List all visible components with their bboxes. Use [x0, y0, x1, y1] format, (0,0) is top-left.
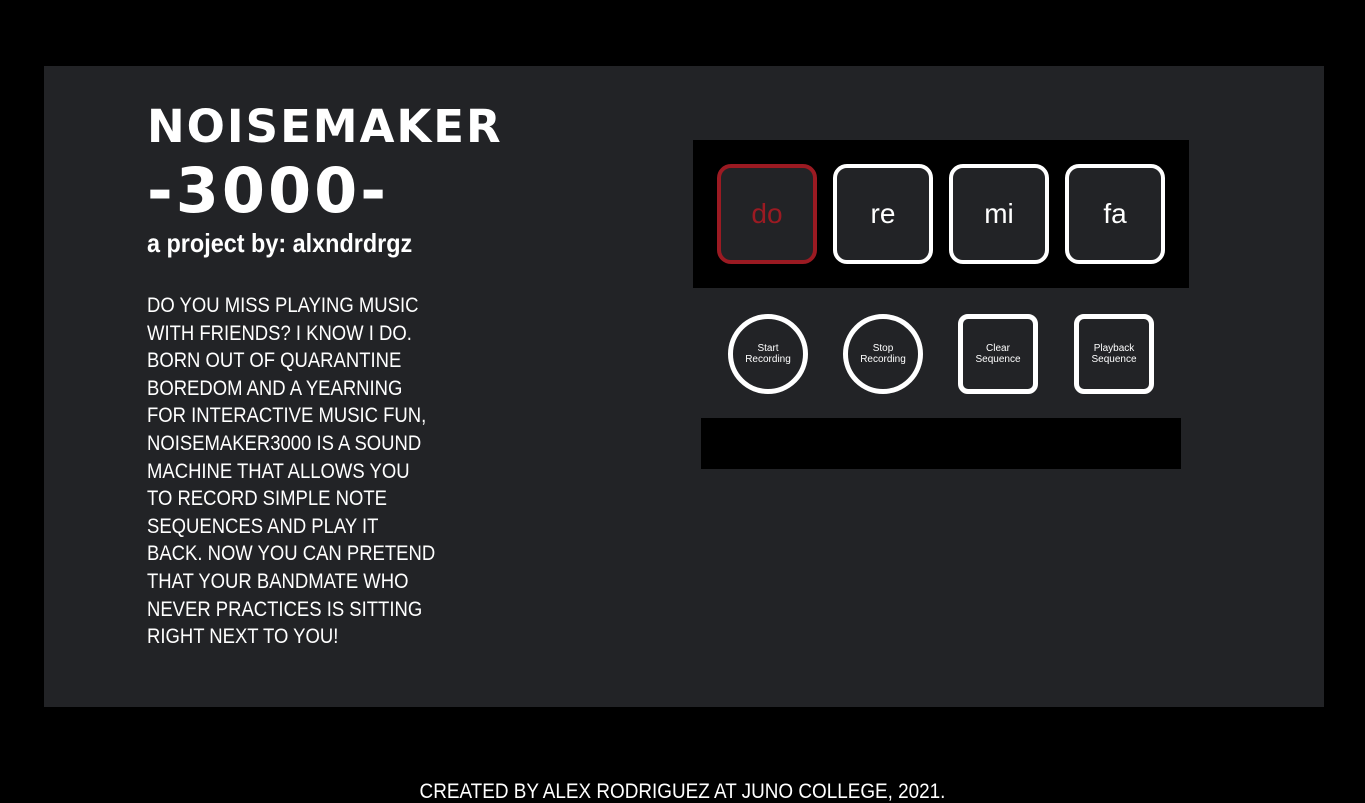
app-title: NOISEMAKER — [147, 100, 503, 153]
note-key-fa[interactable]: fa — [1065, 164, 1165, 264]
start-recording-button[interactable]: Start Recording — [728, 314, 808, 394]
playback-sequence-button[interactable]: Playback Sequence — [1074, 314, 1154, 394]
start-recording-label: Start Recording — [745, 343, 791, 365]
sequence-display — [701, 418, 1181, 469]
project-description: DO YOU MISS PLAYING MUSIC WITH FRIENDS? … — [147, 294, 436, 649]
note-key-mi[interactable]: mi — [949, 164, 1049, 264]
stop-recording-label: Stop Recording — [860, 343, 906, 365]
stop-recording-button[interactable]: Stop Recording — [843, 314, 923, 394]
byline: a project by: alxndrdrgz — [147, 228, 413, 258]
note-key-do[interactable]: do — [717, 164, 817, 264]
playback-sequence-label: Playback Sequence — [1091, 343, 1137, 365]
clear-sequence-label: Clear Sequence — [975, 343, 1021, 365]
app-title-number: -3000- — [147, 154, 390, 227]
footer-credit: CREATED BY ALEX RODRIGUEZ AT JUNO COLLEG… — [419, 780, 946, 803]
clear-sequence-button[interactable]: Clear Sequence — [958, 314, 1038, 394]
note-key-re[interactable]: re — [833, 164, 933, 264]
